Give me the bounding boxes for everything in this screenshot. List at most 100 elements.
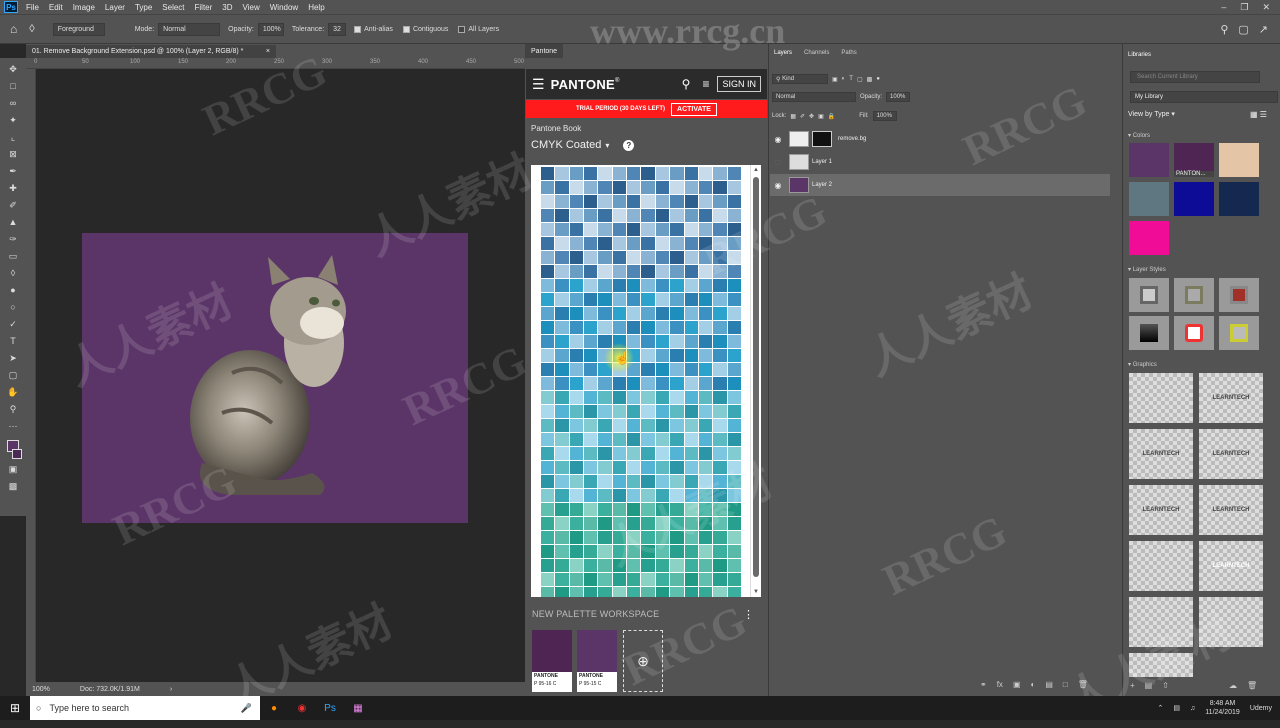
pantone-swatch[interactable] <box>555 475 569 488</box>
pantone-swatch[interactable] <box>698 391 713 404</box>
brush-tool-icon[interactable]: ✐ <box>5 198 21 212</box>
pantone-swatch[interactable] <box>670 251 684 264</box>
pantone-swatch[interactable] <box>627 321 641 334</box>
pantone-swatch[interactable] <box>727 419 741 432</box>
pantone-swatch[interactable] <box>698 419 713 432</box>
pantone-swatch[interactable] <box>655 321 670 334</box>
eraser-tool-icon[interactable]: ▭ <box>5 249 21 263</box>
pantone-swatch[interactable] <box>555 307 569 320</box>
pantone-swatch[interactable] <box>627 377 641 390</box>
pantone-swatch[interactable] <box>655 307 670 320</box>
pantone-swatch[interactable] <box>541 419 555 432</box>
pantone-swatch[interactable] <box>641 293 655 306</box>
pantone-swatch[interactable] <box>670 489 684 502</box>
pantone-swatch[interactable] <box>598 251 612 264</box>
tab-channels[interactable]: Channels <box>804 50 829 64</box>
pantone-swatch[interactable] <box>541 265 555 278</box>
pantone-swatch[interactable] <box>584 503 598 516</box>
pantone-swatch[interactable] <box>569 531 584 544</box>
library-graphic[interactable] <box>1199 597 1263 647</box>
layer-style-swatch[interactable] <box>1174 316 1214 350</box>
pantone-swatch[interactable] <box>627 391 641 404</box>
firefox-icon[interactable]: ● <box>260 696 288 720</box>
pantone-swatch[interactable] <box>569 517 584 530</box>
pantone-swatch[interactable] <box>584 237 598 250</box>
pantone-swatch[interactable] <box>713 377 727 390</box>
pantone-swatch[interactable] <box>612 391 627 404</box>
kind-filter-select[interactable]: ⚲ Kind <box>772 74 828 84</box>
pantone-swatch[interactable] <box>612 321 627 334</box>
search-icon[interactable]: ⚲ <box>1220 23 1228 36</box>
app-taskbar-icon[interactable]: ▦ <box>344 696 372 720</box>
pantone-swatch[interactable] <box>555 559 569 572</box>
pantone-swatch[interactable] <box>641 377 655 390</box>
menu-file[interactable]: File <box>26 3 39 12</box>
all-layers-checkbox[interactable] <box>458 25 466 33</box>
pantone-swatch[interactable] <box>684 321 698 334</box>
more-options-icon[interactable]: ⋮ <box>743 608 754 621</box>
pantone-swatch[interactable] <box>727 335 741 348</box>
pantone-swatch[interactable] <box>698 181 713 194</box>
pantone-swatch[interactable] <box>713 237 727 250</box>
pantone-swatch[interactable] <box>584 573 598 586</box>
pantone-swatch[interactable] <box>612 293 627 306</box>
pantone-swatch[interactable] <box>584 167 598 180</box>
pantone-swatch[interactable] <box>655 433 670 446</box>
screen-mode-icon[interactable]: ▩ <box>5 479 21 493</box>
pantone-swatch[interactable] <box>569 377 584 390</box>
pantone-swatch[interactable] <box>555 531 569 544</box>
pantone-swatch[interactable] <box>655 265 670 278</box>
fill-input[interactable]: 100% <box>872 111 897 121</box>
pantone-swatch[interactable] <box>584 377 598 390</box>
pantone-swatch[interactable] <box>569 461 584 474</box>
pantone-swatch[interactable] <box>541 209 555 222</box>
pantone-swatch[interactable] <box>541 363 555 376</box>
pantone-swatch[interactable] <box>598 223 612 236</box>
quick-select-tool-icon[interactable]: ✦ <box>5 113 21 127</box>
pantone-swatch[interactable] <box>727 447 741 460</box>
pantone-swatch[interactable] <box>541 237 555 250</box>
menu-help[interactable]: Help <box>308 3 324 12</box>
pantone-swatch[interactable] <box>698 531 713 544</box>
pantone-swatch[interactable] <box>541 349 555 362</box>
pantone-swatch[interactable] <box>698 377 713 390</box>
blend-mode-select[interactable]: Normal <box>772 92 856 102</box>
quick-mask-icon[interactable]: ▣ <box>5 462 21 476</box>
pantone-swatch[interactable] <box>627 517 641 530</box>
clock-date[interactable]: 11/24/2019 <box>1205 708 1240 717</box>
pantone-swatch[interactable] <box>598 531 612 544</box>
library-graphic[interactable]: LEARNTECH <box>1129 485 1193 535</box>
pantone-swatch[interactable] <box>684 559 698 572</box>
delete-icon[interactable]: 🗑 <box>1247 681 1257 690</box>
pantone-swatch[interactable] <box>641 181 655 194</box>
pantone-swatch[interactable] <box>541 279 555 292</box>
pantone-swatch[interactable] <box>612 587 627 597</box>
pantone-swatch[interactable] <box>584 517 598 530</box>
pantone-swatch[interactable] <box>612 223 627 236</box>
pantone-swatch[interactable] <box>713 307 727 320</box>
pantone-swatch[interactable] <box>655 363 670 376</box>
pantone-swatch[interactable] <box>727 209 741 222</box>
pantone-swatch[interactable] <box>670 559 684 572</box>
microphone-icon[interactable]: 🎤 <box>241 703 252 714</box>
pantone-swatch[interactable] <box>684 251 698 264</box>
pantone-swatch[interactable] <box>670 545 684 558</box>
pantone-swatch[interactable] <box>627 181 641 194</box>
pantone-swatch[interactable] <box>727 167 741 180</box>
layer-style-swatch[interactable] <box>1129 278 1169 312</box>
pantone-swatch[interactable] <box>612 307 627 320</box>
antialias-checkbox[interactable] <box>354 25 362 33</box>
pantone-swatch[interactable] <box>641 279 655 292</box>
pantone-swatch[interactable] <box>555 489 569 502</box>
windows-start-icon[interactable]: ⊞ <box>0 701 30 715</box>
visibility-eye-icon[interactable]: ◉ <box>770 181 786 190</box>
pantone-swatch[interactable] <box>569 293 584 306</box>
tab-paths[interactable]: Paths <box>841 50 856 64</box>
pantone-swatch[interactable] <box>584 251 598 264</box>
pantone-swatch[interactable] <box>670 517 684 530</box>
pantone-swatch[interactable] <box>541 447 555 460</box>
pantone-swatch[interactable] <box>569 489 584 502</box>
pantone-swatch[interactable] <box>541 461 555 474</box>
pantone-swatch[interactable] <box>713 195 727 208</box>
pantone-swatch[interactable] <box>555 391 569 404</box>
